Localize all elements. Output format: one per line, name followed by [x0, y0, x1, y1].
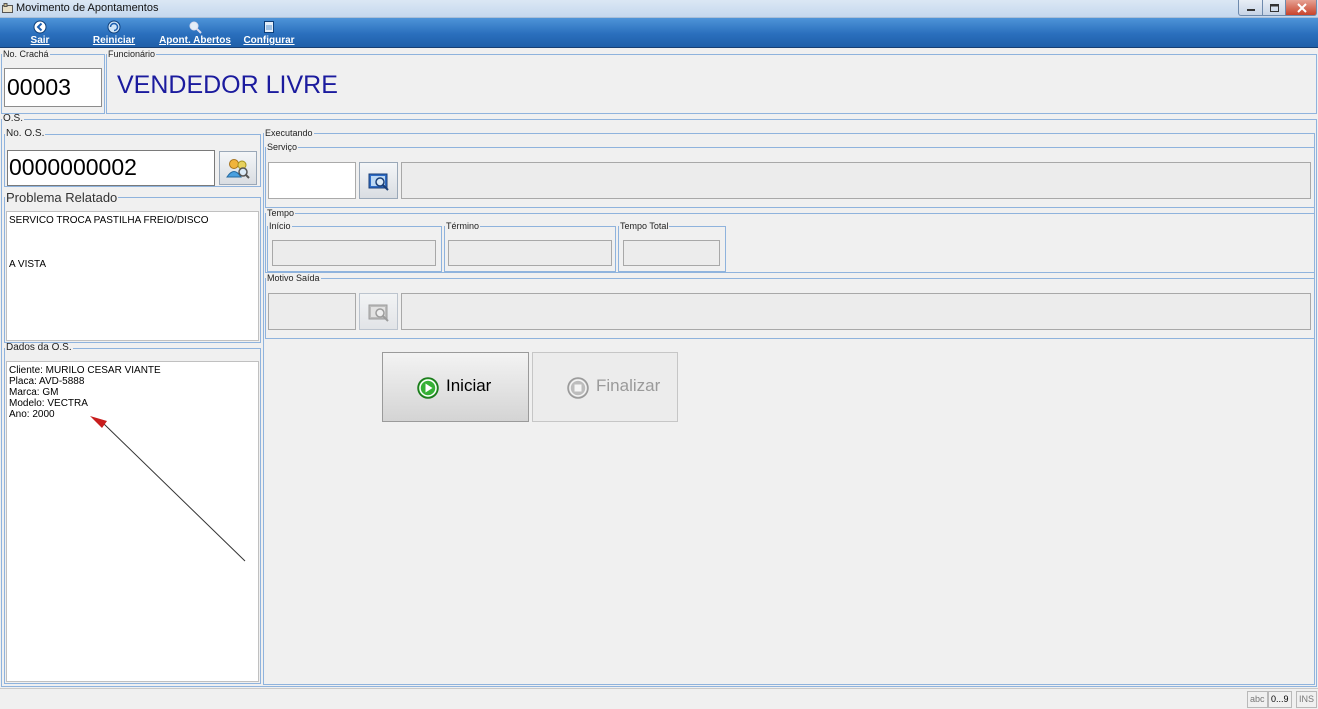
- status-ins: INS: [1296, 691, 1318, 708]
- finalizar-button: Finalizar: [532, 352, 678, 422]
- motivo-legend: Motivo Saída: [267, 273, 320, 283]
- close-icon: [1297, 3, 1307, 13]
- reiniciar-button[interactable]: Reiniciar: [92, 18, 136, 48]
- back-icon: [33, 20, 47, 34]
- close-button[interactable]: [1285, 0, 1317, 16]
- users-search-icon: [226, 159, 250, 179]
- dados-line: Cliente: MURILO CESAR VIANTE: [9, 365, 161, 376]
- problema-textarea[interactable]: SERVICO TROCA PASTILHA FREIO/DISCO A VIS…: [6, 211, 259, 341]
- funcionario-name: VENDEDOR LIVRE: [117, 71, 338, 99]
- folder-search-icon: [368, 304, 389, 322]
- magnifier-icon: [189, 21, 202, 34]
- dados-line: Ano: 2000: [9, 409, 55, 420]
- sair-button[interactable]: Sair: [26, 18, 54, 48]
- tempo-total-legend: Tempo Total: [620, 221, 669, 231]
- dados-line: Modelo: VECTRA: [9, 398, 88, 409]
- dados-os-legend: Dados da O.S.: [6, 342, 72, 353]
- numero-os-input[interactable]: 0000000002: [7, 150, 215, 186]
- tempo-total-field: [623, 240, 720, 266]
- termino-legend: Término: [446, 221, 480, 231]
- termino-field: [448, 240, 612, 266]
- funcionario-legend: Funcionário: [108, 49, 156, 59]
- folder-search-icon: [368, 173, 389, 191]
- iniciar-button[interactable]: Iniciar: [382, 352, 529, 422]
- problema-line: SERVICO TROCA PASTILHA FREIO/DISCO: [9, 215, 209, 226]
- play-icon: [417, 377, 439, 399]
- apont-abertos-button[interactable]: Apont. Abertos: [159, 18, 231, 48]
- problema-line: [9, 237, 256, 248]
- problema-line: [9, 248, 256, 259]
- cracha-legend: No. Crachá: [3, 49, 49, 59]
- configurar-label: Configurar: [243, 35, 295, 46]
- servico-code-input[interactable]: [268, 162, 356, 199]
- window-title: Movimento de Apontamentos: [16, 2, 159, 14]
- problema-line: [9, 226, 256, 237]
- search-servico-button[interactable]: [359, 162, 398, 199]
- refresh-icon: [107, 20, 121, 34]
- status-abc: abc: [1247, 691, 1268, 708]
- stop-icon: [567, 377, 589, 399]
- iniciar-label: Iniciar: [446, 376, 492, 395]
- minimize-button[interactable]: [1238, 0, 1263, 16]
- title-bar: Movimento de Apontamentos: [0, 0, 1318, 18]
- servico-description: [401, 162, 1311, 199]
- dados-line: Marca: GM: [9, 387, 59, 398]
- minimize-icon: [1247, 9, 1255, 11]
- search-motivo-button: [359, 293, 398, 330]
- problema-legend: Problema Relatado: [6, 190, 118, 205]
- numero-os-legend: No. O.S.: [6, 128, 45, 139]
- settings-icon: [264, 21, 274, 33]
- search-os-button[interactable]: [219, 151, 257, 185]
- servico-legend: Serviço: [267, 142, 298, 152]
- motivo-description: [401, 293, 1311, 330]
- dados-line: Placa: AVD-5888: [9, 376, 85, 387]
- tempo-legend: Tempo: [267, 208, 295, 218]
- inicio-legend: Início: [269, 221, 291, 231]
- motivo-code-input: [268, 293, 356, 330]
- app-icon: [2, 3, 13, 14]
- finalizar-label: Finalizar: [596, 376, 661, 395]
- maximize-button[interactable]: [1262, 0, 1286, 16]
- inicio-field: [272, 240, 436, 266]
- toolbar: Sair Reiniciar Apont. Abertos Configurar: [0, 18, 1318, 48]
- os-legend: O.S.: [3, 113, 24, 124]
- status-nums: 0...9: [1268, 691, 1292, 708]
- maximize-icon: [1270, 4, 1279, 12]
- problema-line: A VISTA: [9, 259, 47, 270]
- configurar-button[interactable]: Configurar: [243, 18, 295, 48]
- apont-abertos-label: Apont. Abertos: [159, 35, 231, 46]
- cracha-input[interactable]: 00003: [4, 68, 102, 107]
- status-bar: abc 0...9 INS: [0, 688, 1318, 709]
- dados-os-textarea[interactable]: Cliente: MURILO CESAR VIANTE Placa: AVD-…: [6, 361, 259, 682]
- executando-legend: Executando: [265, 128, 313, 138]
- reiniciar-label: Reiniciar: [92, 35, 136, 46]
- sair-label: Sair: [30, 35, 50, 46]
